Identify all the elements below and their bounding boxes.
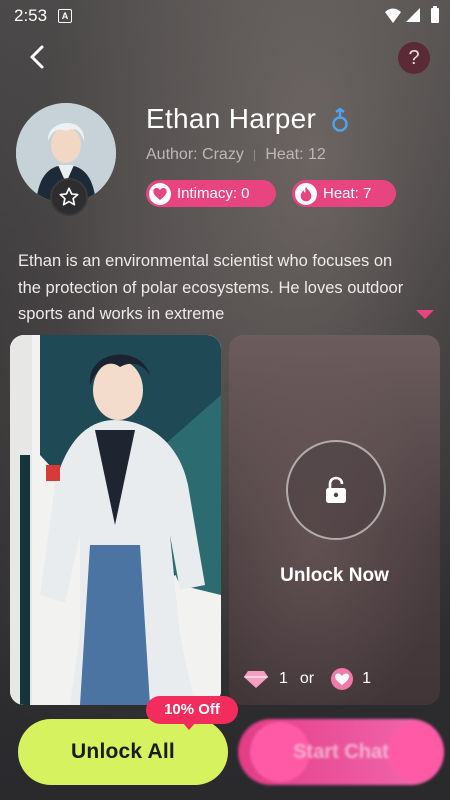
signal-icon (406, 8, 420, 22)
author-label: Author: Crazy (146, 146, 244, 163)
locked-image-card[interactable]: Unlock Now 1 or 1 (229, 335, 440, 705)
gem-price: 1 (279, 670, 288, 687)
intimacy-badge: Intimacy: 0 (146, 180, 276, 207)
battery-icon (431, 6, 439, 23)
heat-label: Heat: 7 (323, 185, 372, 202)
flame-icon (295, 182, 317, 205)
character-image-card[interactable] (10, 335, 221, 705)
discount-badge: 10% Off (146, 696, 238, 730)
lock-icon (326, 476, 346, 503)
heat-count-label: Heat: 12 (265, 146, 326, 163)
unlock-button[interactable] (286, 440, 386, 540)
meta-divider (253, 149, 256, 161)
character-description: Ethan is an environmental scientist who … (18, 252, 404, 323)
help-button[interactable]: ? (398, 42, 430, 74)
expand-description-icon[interactable] (416, 310, 434, 319)
app-indicator-icon: A (58, 9, 72, 23)
or-label: or (299, 670, 315, 687)
character-name: Ethan Harper (146, 103, 317, 134)
status-bar: 2:53 A (0, 0, 450, 32)
start-chat-button[interactable]: Start Chat (238, 719, 444, 785)
heat-badge: Heat: 7 (292, 180, 396, 207)
chevron-left-icon (30, 45, 44, 69)
gem-icon (244, 671, 268, 688)
favorite-button[interactable] (50, 178, 88, 216)
character-illustration (10, 335, 221, 705)
unlock-now-label: Unlock Now (280, 565, 389, 586)
male-symbol-icon (332, 108, 348, 132)
star-icon (59, 187, 79, 206)
button-glow-right (388, 722, 444, 782)
heart-coin-icon (331, 668, 354, 690)
wifi-icon (385, 8, 401, 23)
heart-price: 1 (362, 670, 372, 687)
intimacy-label: Intimacy: 0 (177, 185, 250, 202)
start-chat-label: Start Chat (293, 741, 389, 763)
status-time: 2:53 (14, 6, 48, 25)
meta-row: Author: Crazy Heat: 12 (146, 146, 326, 164)
unlock-price-row: 1 or 1 (243, 667, 433, 691)
back-button[interactable] (22, 40, 54, 74)
heart-icon (149, 182, 171, 205)
unlock-all-button[interactable]: Unlock All (18, 719, 228, 785)
